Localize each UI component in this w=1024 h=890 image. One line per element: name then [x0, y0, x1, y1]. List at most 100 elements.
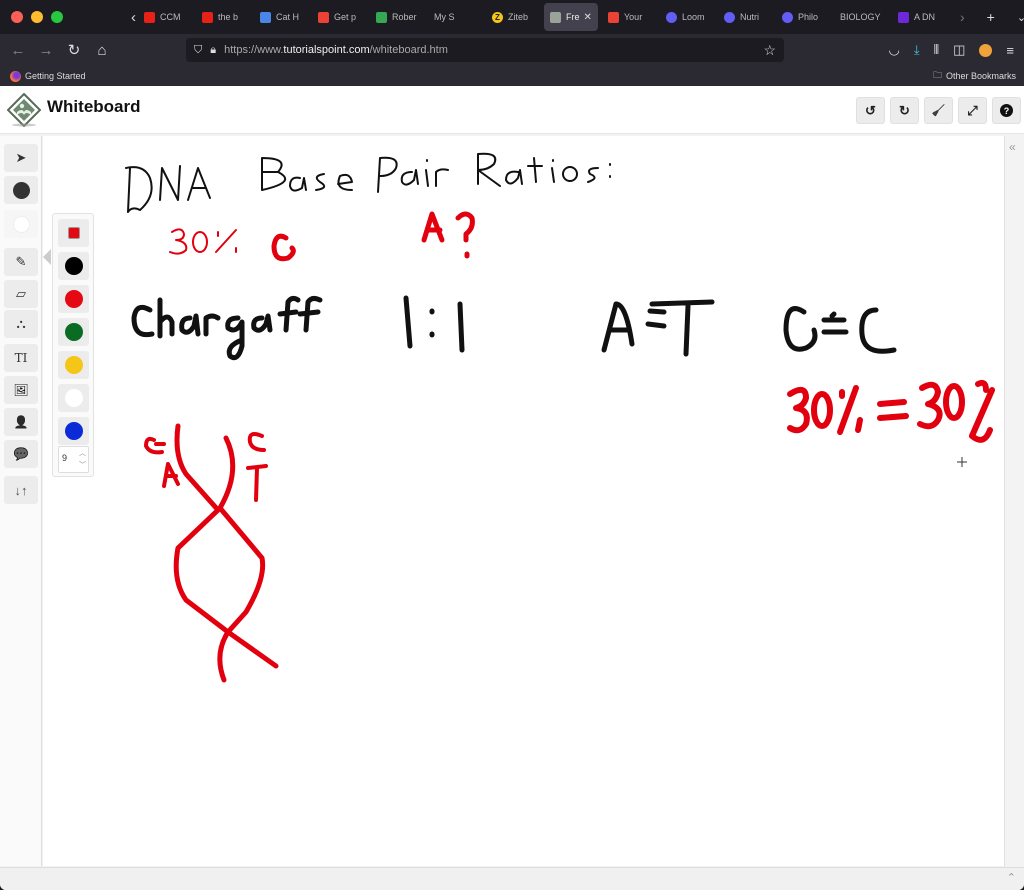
fill-color-tool[interactable]: [4, 176, 38, 204]
browser-tab[interactable]: BIOLOGY: [834, 3, 888, 31]
selected-color-swatch[interactable]: [58, 219, 89, 247]
increase-size-icon[interactable]: ︿: [79, 448, 86, 458]
color-swatch[interactable]: [58, 318, 89, 346]
select-tool[interactable]: ➤: [4, 144, 38, 172]
browser-tab[interactable]: My S: [428, 3, 482, 31]
bookmark-other[interactable]: 🗀 Other Bookmarks: [933, 68, 1016, 84]
bookmark-getting-started[interactable]: Getting Started: [10, 70, 86, 82]
letter-C: [131, 304, 155, 338]
pencil-tool[interactable]: ✎: [4, 248, 38, 276]
sidebar-icon[interactable]: ◫: [953, 42, 965, 58]
bookmark-star-icon[interactable]: ☆: [763, 42, 776, 59]
pocket-icon[interactable]: ◡: [889, 42, 900, 58]
redo-button[interactable]: ↻: [890, 97, 919, 124]
new-tab-button[interactable]: +: [987, 9, 995, 25]
menu-icon[interactable]: ≡: [1006, 43, 1014, 58]
library-icon[interactable]: ⫴: [934, 42, 939, 58]
eraser-icon: ▱: [16, 286, 26, 301]
sort-tool[interactable]: ↓↑: [4, 476, 38, 504]
help-button[interactable]: ?: [992, 97, 1021, 124]
forward-button[interactable]: →: [32, 42, 60, 59]
fullscreen-button[interactable]: ⤢: [958, 97, 987, 124]
tab-label: My S: [434, 12, 455, 22]
browser-tab[interactable]: Fre ✕: [544, 3, 598, 31]
profile-avatar-icon[interactable]: [979, 43, 993, 57]
browser-tab[interactable]: Nutri: [718, 3, 772, 31]
background-color-tool[interactable]: [4, 210, 38, 238]
browser-tab[interactable]: Your: [602, 3, 656, 31]
equals: [877, 399, 909, 421]
undo-button[interactable]: ↺: [856, 97, 885, 124]
color-swatch[interactable]: [58, 252, 89, 280]
color-palette: 9 ︿ ﹀: [52, 213, 94, 477]
loom-icon: [724, 11, 735, 23]
percent: [837, 385, 863, 435]
browser-tab[interactable]: Cat H: [254, 3, 308, 31]
brush-size-stepper[interactable]: 9 ︿ ﹀: [58, 446, 89, 473]
lock-icon[interactable]: 🔒︎: [210, 44, 216, 57]
list-tabs-button[interactable]: ⌄: [1017, 11, 1024, 24]
tab-scroll-right-icon[interactable]: ›: [960, 9, 965, 25]
expand-panel-icon[interactable]: «: [1009, 140, 1016, 154]
close-tab-icon[interactable]: ✕: [584, 12, 592, 23]
url-bar[interactable]: ⛉ 🔒︎ https://www. tutorialspoint.com/whit…: [186, 38, 784, 62]
tab-label: Fre: [566, 12, 580, 22]
downloads-icon[interactable]: ⤓: [914, 42, 920, 58]
letter-f2: [297, 295, 323, 333]
minimize-window-button[interactable]: [31, 11, 43, 23]
tutorialspoint-logo-icon[interactable]: [7, 93, 41, 127]
image-tool[interactable]: 🖼: [4, 376, 38, 404]
clear-button[interactable]: 🧹: [924, 97, 953, 124]
whiteboard-canvas[interactable]: [43, 136, 1004, 866]
tab-scroll-left-icon[interactable]: ‹: [131, 9, 136, 26]
back-button[interactable]: ←: [4, 42, 32, 59]
browser-tab[interactable]: CCM: [138, 3, 192, 31]
equation-handwriting: [787, 379, 995, 443]
browser-tab[interactable]: Rober: [370, 3, 424, 31]
title-handwriting: [125, 152, 611, 213]
letter-G: [271, 233, 296, 262]
given-handwriting: [169, 228, 296, 262]
pair-at-handwriting: [601, 299, 715, 357]
color-swatch[interactable]: [58, 351, 89, 379]
helix-label-C: [247, 432, 266, 452]
reload-button[interactable]: ↻: [60, 41, 88, 59]
expand-icon: ⤢: [967, 102, 978, 118]
browser-tab[interactable]: Philo: [776, 3, 830, 31]
arrows-up-down-icon: ↓↑: [14, 482, 28, 498]
browser-tab[interactable]: Z Ziteb: [486, 3, 540, 31]
tool-sidebar: ➤ ✎ ▱ ⛬ TI 🖼 👤 💬 ↓↑: [0, 136, 42, 866]
cursor-crosshair-icon: [957, 457, 967, 467]
text-tool[interactable]: TI: [4, 344, 38, 372]
brainly-icon: [898, 11, 909, 23]
chat-tool[interactable]: 💬: [4, 440, 38, 468]
pencil-icon: ✎: [15, 254, 27, 269]
url-host: tutorialspoint.com: [283, 44, 370, 56]
letter-G: [783, 306, 818, 352]
home-button[interactable]: ⌂: [88, 42, 116, 59]
browser-tab[interactable]: Get p: [312, 3, 366, 31]
tab-label: Cat H: [276, 12, 300, 22]
loom-icon: [782, 11, 793, 23]
presenter-tool[interactable]: 👤: [4, 408, 38, 436]
palette-pointer: [43, 249, 51, 265]
letter-s2: [587, 167, 599, 183]
browser-tab[interactable]: A DN: [892, 3, 946, 31]
color-swatch[interactable]: [58, 417, 89, 445]
expand-bottom-panel-icon[interactable]: ⌃: [1007, 871, 1016, 884]
zoom-window-button[interactable]: [51, 11, 63, 23]
decrease-size-icon[interactable]: ﹀: [79, 460, 86, 470]
digit-1: [403, 295, 413, 349]
drawing-layer: [125, 152, 995, 683]
shield-icon[interactable]: ⛉: [194, 44, 202, 57]
presenter-icon: 👤: [13, 415, 29, 429]
color-swatch[interactable]: [58, 285, 89, 313]
close-window-button[interactable]: [11, 11, 23, 23]
shapes-tool[interactable]: ⛬: [4, 310, 38, 338]
browser-tab[interactable]: Loom: [660, 3, 714, 31]
image-icon: 🖼: [13, 383, 29, 397]
text-icon: TI: [14, 351, 28, 365]
color-swatch[interactable]: [58, 384, 89, 412]
eraser-tool[interactable]: ▱: [4, 280, 38, 308]
browser-tab[interactable]: the b: [196, 3, 250, 31]
